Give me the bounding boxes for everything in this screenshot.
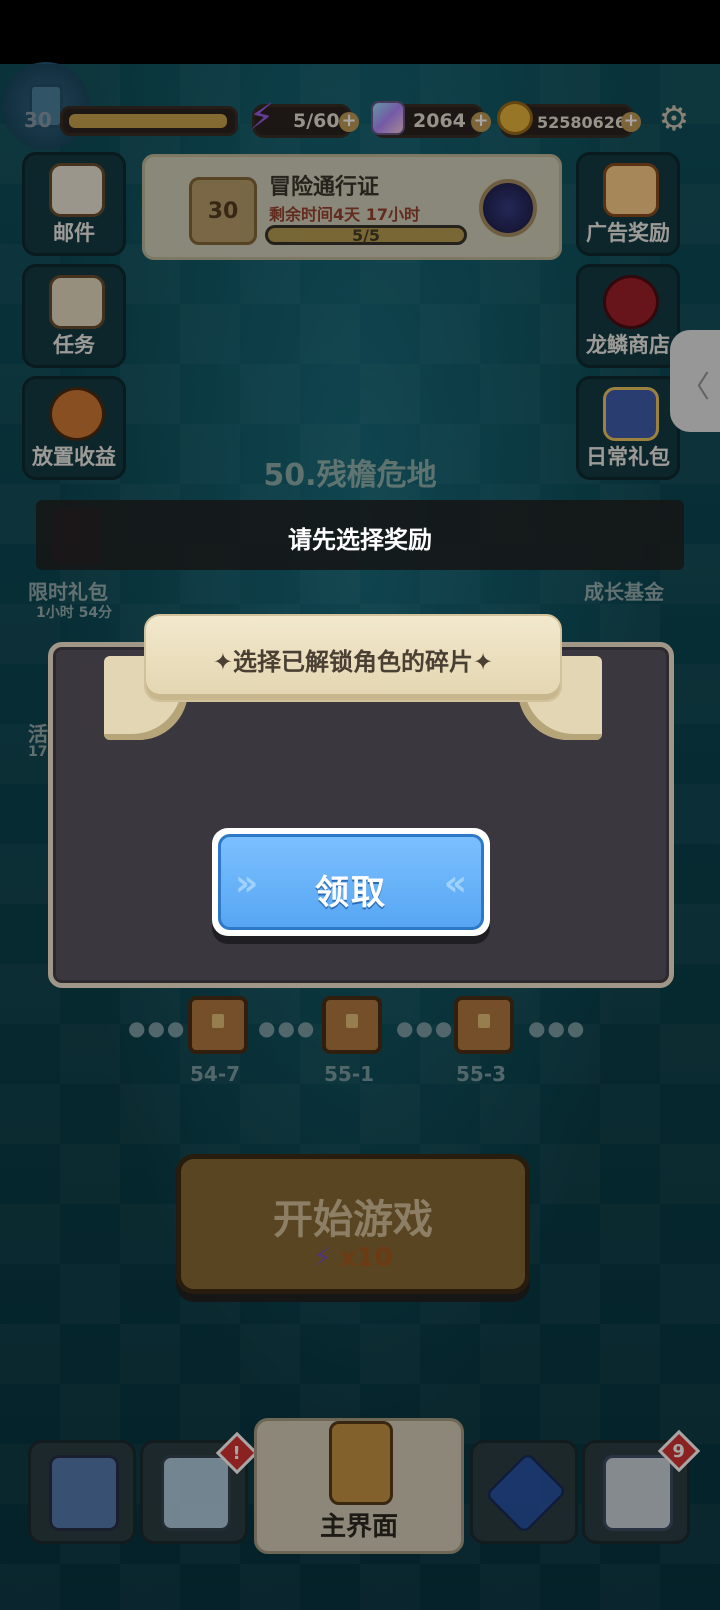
chevron-left-icon: « xyxy=(443,863,467,904)
modal-title: ✦选择已解锁角色的碎片✦ xyxy=(212,648,494,676)
status-bar xyxy=(0,0,720,64)
toast-text: 请先选择奖励 xyxy=(288,526,432,554)
claim-button[interactable]: » 领取 « xyxy=(212,828,490,936)
modal-title-ribbon: ✦选择已解锁角色的碎片✦ xyxy=(104,614,602,744)
ribbon-banner: ✦选择已解锁角色的碎片✦ xyxy=(144,614,562,702)
claim-button-face: » 领取 « xyxy=(218,834,484,930)
toast-message: 请先选择奖励 xyxy=(36,500,684,570)
claim-label: 领取 xyxy=(315,873,387,913)
